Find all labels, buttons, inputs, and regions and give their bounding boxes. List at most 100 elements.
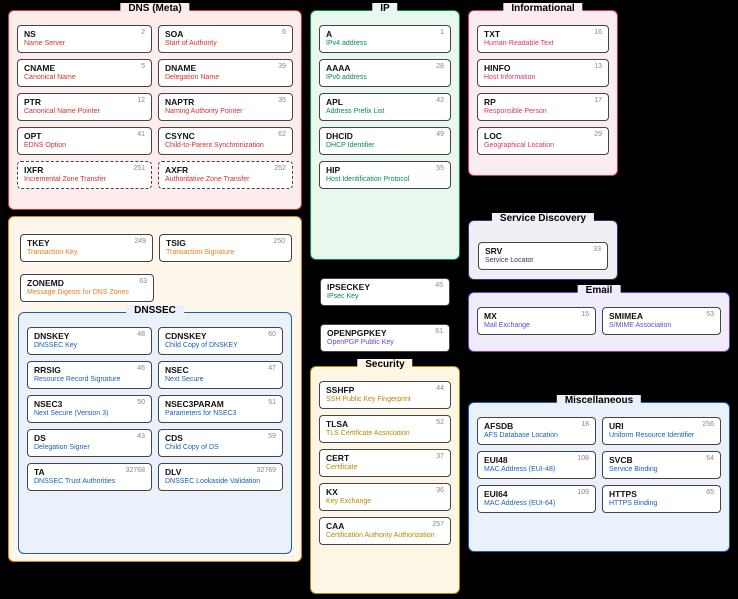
record-card: SVCB64Service Binding bbox=[602, 451, 721, 479]
card-num: 55 bbox=[436, 165, 444, 172]
card-num: 250 bbox=[273, 238, 285, 245]
record-card: AFSDB18AFS Database Location bbox=[477, 417, 596, 445]
card-num: 59 bbox=[268, 433, 276, 440]
record-card: IXFR251Incremental Zone Transfer bbox=[17, 161, 152, 189]
card-desc: Certification Authority Authorization bbox=[326, 532, 444, 540]
card-desc: Next Secure (Version 3) bbox=[34, 410, 145, 418]
card-desc: IPv4 address bbox=[326, 40, 444, 48]
card-desc: TLS Certificate Association bbox=[326, 430, 444, 438]
record-card: CSYNC62Child-to-Parent Synchronization bbox=[158, 127, 293, 155]
record-card: DHCID49DHCP Identifier bbox=[319, 127, 451, 155]
card-num: 16 bbox=[594, 29, 602, 36]
card-name: CDNSKEY bbox=[165, 331, 276, 341]
panel-title: Security bbox=[357, 359, 412, 370]
card-desc: DNSSEC Key bbox=[34, 342, 145, 350]
card-name: NAPTR bbox=[165, 97, 286, 107]
card-desc: Responsible Person bbox=[484, 108, 602, 116]
card-num: 43 bbox=[137, 433, 145, 440]
card-num: 6 bbox=[282, 29, 286, 36]
card-num: 33 bbox=[593, 246, 601, 253]
card-num: 39 bbox=[278, 63, 286, 70]
card-desc: OpenPGP Public Key bbox=[327, 339, 443, 347]
card-num: 249 bbox=[134, 238, 146, 245]
record-card: CERT37Certificate bbox=[319, 449, 451, 477]
record-card: TLSA52TLS Certificate Association bbox=[319, 415, 451, 443]
card-desc: Delegation Signer bbox=[34, 444, 145, 452]
card-name: CAA bbox=[326, 521, 444, 531]
card-name: APL bbox=[326, 97, 444, 107]
record-card: EUI64109MAC Address (EUI-64) bbox=[477, 485, 596, 513]
card-desc: Name Server bbox=[24, 40, 145, 48]
card-desc: Child Copy of DNSKEY bbox=[165, 342, 276, 350]
card-desc: Uniform Resource Identifier bbox=[609, 432, 714, 440]
record-card: TKEY249Transaction Key bbox=[20, 234, 153, 262]
card-name: SOA bbox=[165, 29, 286, 39]
panel-title: Service Discovery bbox=[492, 213, 594, 224]
card-name: KX bbox=[326, 487, 444, 497]
record-card: SOA6 Start of Authority bbox=[158, 25, 293, 53]
card-desc: Host Identification Protocol bbox=[326, 176, 444, 184]
card-num: 51 bbox=[268, 399, 276, 406]
panel-title: DNSSEC bbox=[126, 305, 184, 316]
card-desc: MAC Address (EUI-64) bbox=[484, 500, 589, 508]
card-name: DHCID bbox=[326, 131, 444, 141]
record-card: SMIMEA53S/MIME Association bbox=[602, 307, 721, 335]
record-card: NSEC47Next Secure bbox=[158, 361, 283, 389]
record-card: NSEC3PARAM51Parameters for NSEC3 bbox=[158, 395, 283, 423]
card-name: OPENPGPKEY bbox=[327, 328, 443, 338]
card-desc: DHCP Identifier bbox=[326, 142, 444, 150]
record-card: AAAA28IPv6 address bbox=[319, 59, 451, 87]
card-name: AXFR bbox=[165, 165, 286, 175]
card-name: SMIMEA bbox=[609, 311, 714, 321]
card-name: AAAA bbox=[326, 63, 444, 73]
card-desc: Key Exchange bbox=[326, 498, 444, 506]
card-desc: Resource Record Signature bbox=[34, 376, 145, 384]
card-name: NSEC3 bbox=[34, 399, 145, 409]
card-num: 35 bbox=[278, 97, 286, 104]
card-num: 52 bbox=[436, 419, 444, 426]
card-zonemd: ZONEMD 63 Message Digests for DNS Zones bbox=[20, 274, 154, 302]
record-card: SSHFP44SSH Public Key Fingerprint bbox=[319, 381, 451, 409]
card-desc: IPsec Key bbox=[327, 293, 443, 301]
panel-title: DNS (Meta) bbox=[120, 3, 189, 14]
record-card: TA32768DNSSEC Trust Authorities bbox=[27, 463, 152, 491]
card-desc: Transaction Key bbox=[27, 249, 146, 257]
record-card: NAPTR35Naming Authority Pointer bbox=[158, 93, 293, 121]
record-card: NSEC350 Next Secure (Version 3) bbox=[27, 395, 152, 423]
card-desc: Authoritative Zone Transfer bbox=[165, 176, 286, 184]
card-num: 18 bbox=[581, 421, 589, 428]
card-name: MX bbox=[484, 311, 589, 321]
card-num: 41 bbox=[137, 131, 145, 138]
card-desc: EDNS Option bbox=[24, 142, 145, 150]
card-name: HTTPS bbox=[609, 489, 714, 499]
record-card: RRSIG46Resource Record Signature bbox=[27, 361, 152, 389]
card-num: 29 bbox=[594, 131, 602, 138]
card-name: CERT bbox=[326, 453, 444, 463]
card-grid: MX15Mail ExchangeSMIMEA53S/MIME Associat… bbox=[477, 307, 721, 335]
card-name: SRV bbox=[485, 246, 601, 256]
card-desc: Child Copy of DS bbox=[165, 444, 276, 452]
card-name: TSIG bbox=[166, 238, 285, 248]
card-num: 2 bbox=[141, 29, 145, 36]
card-name: NS bbox=[24, 29, 145, 39]
card-grid: A1IPv4 addressAAAA28IPv6 addressAPL42Add… bbox=[319, 25, 451, 189]
record-card: DNSKEY48DNSSEC Key bbox=[27, 327, 152, 355]
card-desc: Geographical Location bbox=[484, 142, 602, 150]
card-name: TXT bbox=[484, 29, 602, 39]
card-num: 50 bbox=[137, 399, 145, 406]
card-desc: AFS Database Location bbox=[484, 432, 589, 440]
panel-title: Miscellaneous bbox=[557, 395, 641, 406]
panel-informational: Informational TXT16Human-Readable TextHI… bbox=[468, 10, 618, 176]
card-name: RRSIG bbox=[34, 365, 145, 375]
card-desc: Start of Authority bbox=[165, 40, 286, 48]
card-num: 36 bbox=[436, 487, 444, 494]
card-name: LOC bbox=[484, 131, 602, 141]
ipsec-row: IPSECKEY 45 IPsec Key bbox=[320, 278, 450, 306]
card-desc: Address Prefix List bbox=[326, 108, 444, 116]
panel-dnssec: DNSSEC DNSKEY48DNSSEC KeyCDNSKEY60Child … bbox=[18, 312, 292, 554]
card-num: 47 bbox=[268, 365, 276, 372]
card-name: CSYNC bbox=[165, 131, 286, 141]
card-num: 60 bbox=[268, 331, 276, 338]
panel-miscellaneous: Miscellaneous AFSDB18AFS Database Locati… bbox=[468, 402, 730, 552]
card-desc: Service Locator bbox=[485, 257, 601, 265]
